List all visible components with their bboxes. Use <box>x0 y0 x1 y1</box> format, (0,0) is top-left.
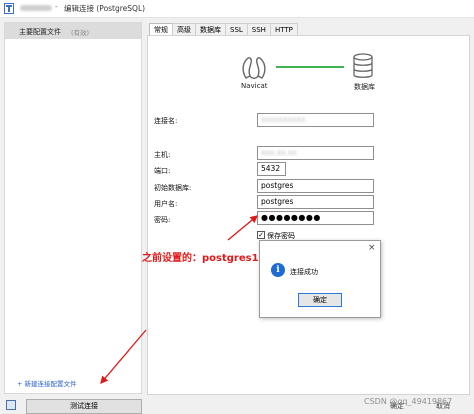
profile-item-main[interactable]: 主要配置文件 (有效) <box>5 23 141 39</box>
database-icon <box>353 53 373 78</box>
title-separator: - <box>55 3 58 11</box>
redacted-connection-name <box>20 5 52 11</box>
window-title: 编辑连接 (PostgreSQL) <box>64 4 146 13</box>
panel-toggle-icon[interactable] <box>6 400 16 410</box>
profile-panel: 主要配置文件 (有效) <box>4 22 142 394</box>
profile-status: (有效) <box>71 29 90 37</box>
close-icon[interactable]: × <box>368 243 376 253</box>
connection-success-dialog: × i 连接成功 确定 <box>259 240 381 318</box>
password-input[interactable]: ●●●●●●●● <box>257 211 374 225</box>
connection-line <box>276 66 344 68</box>
navicat-logo-icon <box>242 57 266 79</box>
title-bar: - 编辑连接 (PostgreSQL) <box>0 0 474 18</box>
host-input[interactable]: xxx.xx.xx <box>257 146 374 160</box>
navicat-app-icon <box>4 3 14 14</box>
connection-name-value: xxxxxxxxxx <box>261 115 306 124</box>
dialog-ok-button[interactable]: 确定 <box>298 293 342 307</box>
initial-db-input[interactable]: postgres <box>257 179 374 193</box>
test-connection-button[interactable]: 测试连接 <box>26 399 142 414</box>
annotation-text: 之前设置的：postgres123 <box>142 253 273 264</box>
dialog-message: 连接成功 <box>290 268 318 276</box>
new-profile-link[interactable]: + 新建连接配置文件 <box>17 378 77 388</box>
client-label: Navicat <box>241 82 268 90</box>
save-password-checkbox[interactable]: ✓ <box>257 231 265 239</box>
connection-name-input[interactable]: xxxxxxxxxx <box>257 113 374 127</box>
password-label: 密码: <box>154 216 171 224</box>
server-label: 数据库 <box>354 83 375 91</box>
watermark: CSDN @qq_49419867 <box>364 397 453 406</box>
username-label: 用户名: <box>154 200 178 208</box>
initial-db-label: 初始数据库: <box>154 184 192 192</box>
profile-name: 主要配置文件 <box>19 28 61 36</box>
port-input[interactable]: 5432 <box>257 162 286 176</box>
connection-name-label: 连接名: <box>154 117 178 125</box>
port-label: 端口: <box>154 167 171 175</box>
username-input[interactable]: postgres <box>257 195 374 209</box>
host-value: xxx.xx.xx <box>261 148 297 157</box>
info-icon: i <box>271 263 285 277</box>
host-label: 主机: <box>154 151 171 159</box>
